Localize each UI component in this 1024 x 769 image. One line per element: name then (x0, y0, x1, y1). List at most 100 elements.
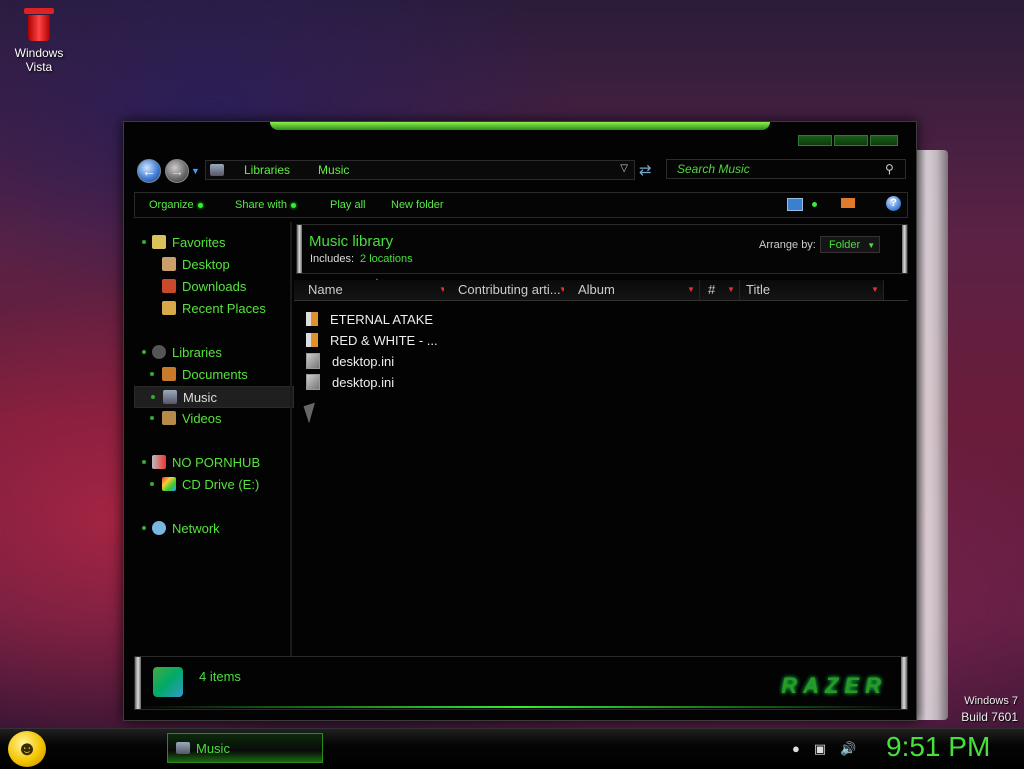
network-tray-icon[interactable]: ▣ (814, 741, 826, 757)
search-input[interactable] (667, 161, 885, 177)
music-folder-icon (306, 312, 318, 326)
dropdown-dot-icon (197, 202, 203, 208)
expand-bullet-icon (142, 240, 146, 244)
list-item[interactable]: desktop.ini (306, 372, 394, 392)
list-item[interactable]: RED & WHITE - ... (306, 330, 438, 350)
search-box[interactable]: ⚲ (666, 159, 906, 179)
nav-cd-drive[interactable]: CD Drive (E:) (142, 474, 259, 494)
recycle-bin-desktop-icon[interactable]: Windows Vista (8, 6, 70, 74)
desktop-icon (162, 257, 176, 271)
nav-downloads[interactable]: Downloads (162, 276, 246, 296)
mouse-pointer-icon (303, 402, 321, 424)
navigation-bar: ← → ▼ Libraries Music ▽ ⇄ ⚲ (134, 158, 906, 186)
arrange-by-dropdown[interactable]: Folder ▼ (820, 236, 880, 253)
nav-recent-places-label: Recent Places (182, 300, 266, 316)
column-headers: ▲ Name▼ Contributing arti...▼ Album▼ #▼ … (294, 276, 908, 301)
play-all-button[interactable]: Play all (330, 199, 365, 211)
view-options-dot-icon[interactable] (812, 202, 817, 207)
library-includes: Includes: 2 locations (310, 253, 413, 265)
breadcrumb-libraries[interactable]: Libraries (244, 163, 290, 177)
music-icon (163, 390, 177, 404)
column-album-label: Album (578, 282, 615, 297)
volume-icon[interactable]: 🔊 (840, 741, 856, 757)
documents-icon (162, 367, 176, 381)
back-button[interactable]: ← (137, 159, 161, 183)
help-icon[interactable]: ? (886, 196, 901, 211)
smiley-icon: ☻ (16, 738, 38, 760)
status-left-bar (135, 657, 141, 709)
windows-build-watermark: Windows 7 Build 7601 (961, 693, 1018, 725)
header-left-bar (297, 225, 302, 273)
minimize-button[interactable] (798, 135, 832, 146)
ini-file-icon (306, 374, 320, 390)
expand-bullet-icon (150, 416, 154, 420)
nav-recent-places[interactable]: Recent Places (162, 298, 266, 318)
address-bar[interactable]: Libraries Music ▽ (205, 160, 635, 180)
pane-splitter[interactable] (290, 222, 292, 660)
column-title[interactable]: Title ▼ (740, 280, 884, 300)
list-item[interactable]: desktop.ini (306, 351, 394, 371)
start-button[interactable]: ☻ (8, 731, 46, 767)
nav-cd-drive-label: CD Drive (E:) (182, 476, 260, 492)
nav-videos[interactable]: Videos (142, 408, 222, 428)
nav-documents-label: Documents (182, 366, 248, 382)
locations-link[interactable]: 2 locations (360, 253, 413, 265)
nav-favorites[interactable]: Favorites (142, 232, 225, 252)
nav-documents[interactable]: Documents (142, 364, 248, 384)
column-number-label: # (708, 282, 716, 297)
search-icon[interactable]: ⚲ (885, 162, 894, 176)
recent-pages-dropdown[interactable]: ▼ (191, 166, 200, 176)
dropdown-dot-icon (290, 202, 296, 208)
forward-button[interactable]: → (165, 159, 189, 183)
column-name[interactable]: Name ▼ (294, 280, 452, 300)
file-name: desktop.ini (332, 353, 395, 369)
change-view-icon[interactable] (787, 198, 803, 211)
downloads-icon (162, 279, 176, 293)
list-item[interactable]: ETERNAL ATAKE (306, 309, 433, 329)
nav-videos-label: Videos (182, 410, 222, 426)
chevron-down-icon: ▼ (867, 241, 876, 250)
preview-pane-icon[interactable] (841, 198, 855, 208)
nav-libraries-label: Libraries (172, 344, 222, 360)
refresh-icon[interactable]: ⇄ (639, 161, 652, 179)
share-with-label: Share with (235, 199, 287, 211)
maximize-button[interactable] (834, 135, 868, 146)
close-button[interactable] (870, 135, 898, 146)
razer-logo: RAZER (781, 673, 887, 698)
new-folder-button[interactable]: New folder (391, 199, 444, 211)
nav-libraries[interactable]: Libraries (142, 342, 222, 362)
header-right-bar (902, 225, 907, 273)
clock[interactable]: 9:51 PM (886, 731, 990, 763)
organize-button[interactable]: Organize (149, 199, 203, 211)
navigation-pane: Favorites Desktop Downloads Recent Place… (134, 222, 294, 660)
favorites-star-icon (152, 235, 166, 249)
background-window-edge (912, 150, 948, 720)
music-library-large-icon (153, 667, 183, 697)
expand-bullet-icon (142, 526, 146, 530)
column-contributing-artists[interactable]: Contributing arti... ▼ (444, 280, 572, 300)
arrange-by-value: Folder (829, 239, 861, 251)
nav-desktop[interactable]: Desktop (162, 254, 230, 274)
file-name: ETERNAL ATAKE (330, 311, 434, 327)
column-artists-label: Contributing arti... (458, 282, 561, 297)
nav-desktop-label: Desktop (182, 256, 230, 272)
column-track-number[interactable]: # ▼ (700, 280, 740, 300)
nav-music[interactable]: Music (134, 386, 294, 408)
column-dropdown-icon[interactable]: ▼ (687, 280, 697, 300)
details-pane: 4 items RAZER (134, 656, 908, 710)
address-dropdown-icon[interactable]: ▽ (620, 163, 628, 174)
column-dropdown-icon[interactable]: ▼ (727, 280, 737, 300)
taskbar-button-music[interactable]: Music (167, 733, 323, 763)
column-dropdown-icon[interactable]: ▼ (871, 280, 881, 300)
taskbar: ☻ Music ● ▣ 🔊 9:51 PM (0, 728, 1024, 769)
nav-network[interactable]: Network (142, 518, 220, 538)
explorer-window[interactable]: ← → ▼ Libraries Music ▽ ⇄ ⚲ Organize Sha… (123, 121, 917, 721)
nav-computer[interactable]: NO PORNHUB (142, 452, 260, 472)
taskbar-button-label: Music (196, 740, 230, 756)
breadcrumb-music[interactable]: Music (318, 163, 349, 177)
column-name-label: Name (308, 282, 343, 297)
share-with-button[interactable]: Share with (235, 199, 296, 211)
notification-icon[interactable]: ● (792, 741, 800, 757)
watermark-build: Build 7601 (961, 710, 1018, 724)
column-album[interactable]: Album ▼ (564, 280, 700, 300)
